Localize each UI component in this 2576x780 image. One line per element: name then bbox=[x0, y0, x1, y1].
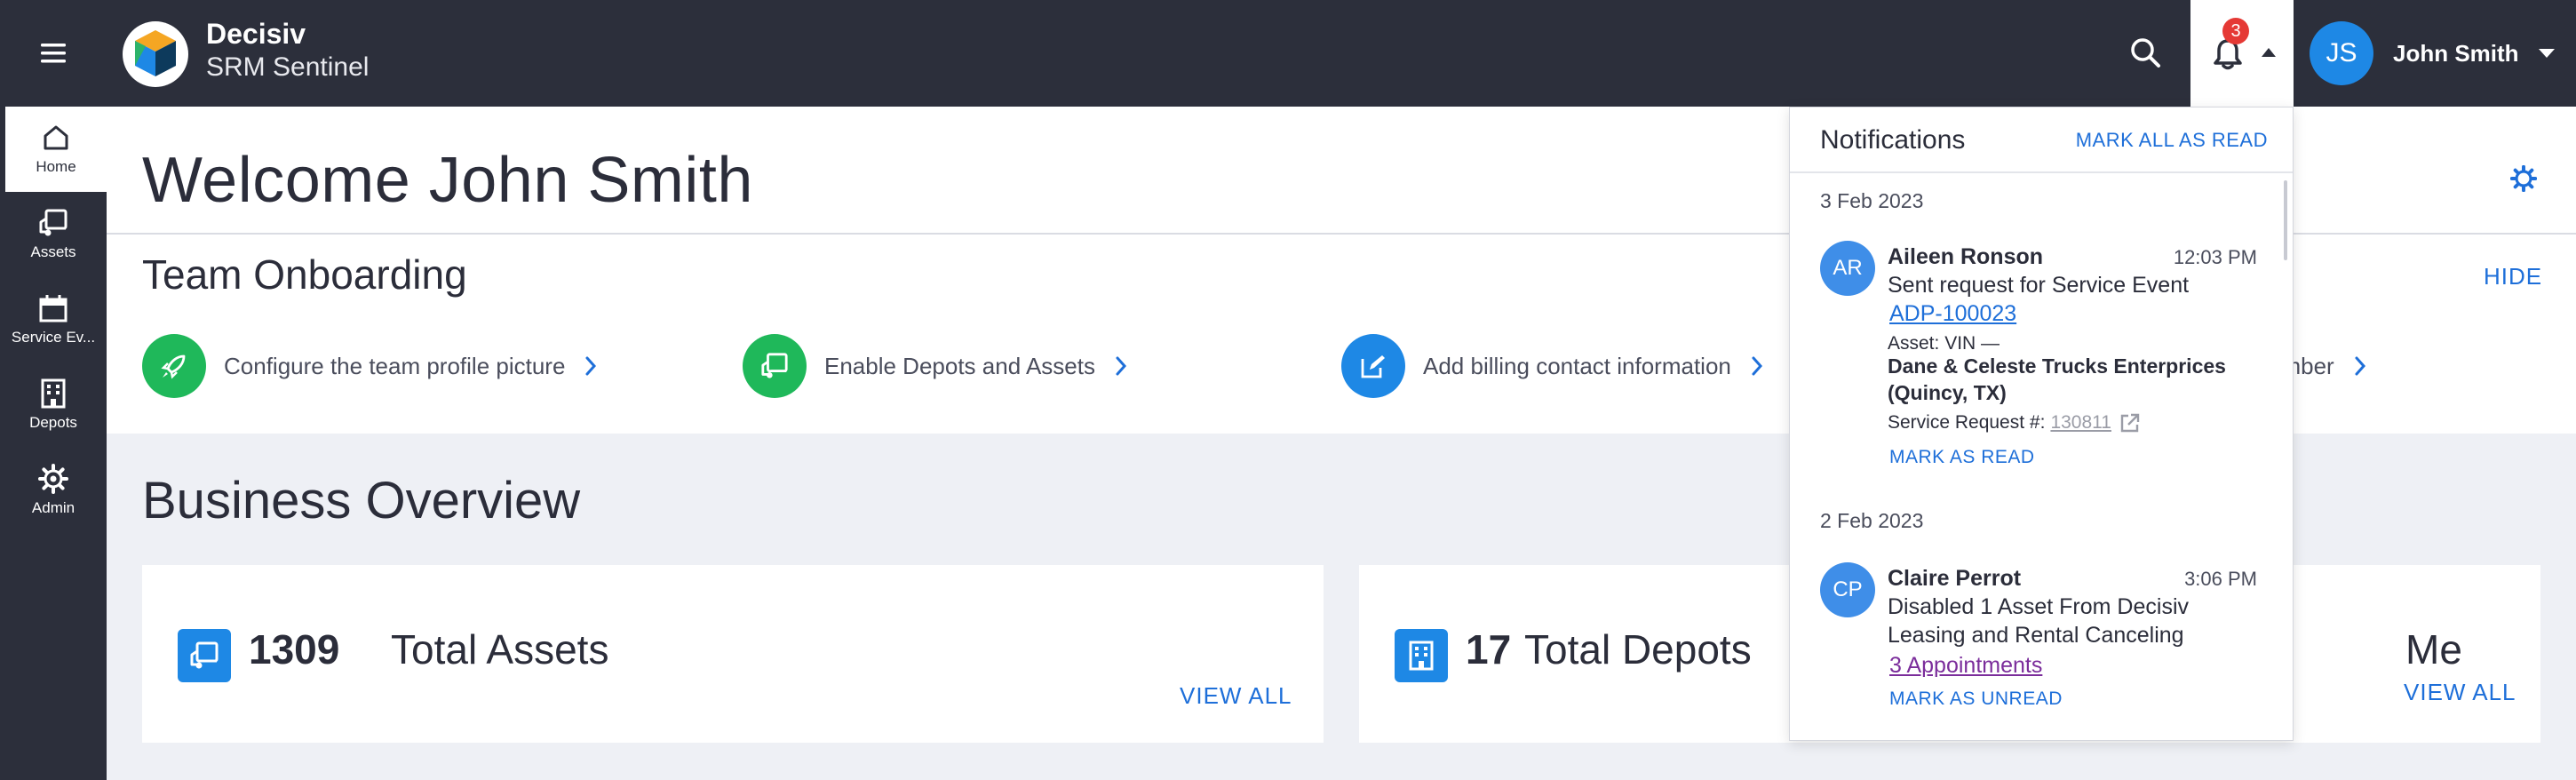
notification-time: 3:06 PM bbox=[2184, 568, 2257, 590]
sidebar-item-label: Admin bbox=[31, 499, 76, 516]
search-icon bbox=[2131, 38, 2160, 68]
gear-icon bbox=[2509, 164, 2538, 193]
appointments-link[interactable]: 3 Appointments bbox=[1889, 653, 2042, 679]
hamburger-menu-button[interactable] bbox=[0, 0, 107, 107]
notification-asset: Asset: VIN — bbox=[1888, 333, 2000, 354]
notification-text: Sent request for Service Event bbox=[1888, 273, 2190, 298]
service-request-link[interactable]: 130811 bbox=[2050, 412, 2111, 434]
avatar: JS bbox=[2310, 21, 2373, 85]
building-icon bbox=[1395, 629, 1448, 682]
sidebar-item-assets[interactable]: Assets bbox=[0, 192, 107, 277]
onboarding-step-billing-contact[interactable]: Add billing contact information bbox=[1341, 334, 1763, 398]
notification-date: 2 Feb 2023 bbox=[1820, 509, 1924, 532]
brand-subtitle: SRM Sentinel bbox=[206, 52, 370, 82]
notifications-button[interactable]: 3 bbox=[2190, 0, 2294, 107]
total-assets-value: 1309 bbox=[249, 626, 340, 673]
chevron-right-icon bbox=[1752, 356, 1762, 376]
notification-time: 12:03 PM bbox=[2173, 246, 2257, 268]
sidebar-item-label: Home bbox=[36, 158, 76, 175]
user-name: John Smith bbox=[2393, 39, 2519, 67]
chevron-right-icon bbox=[1116, 356, 1126, 376]
sidebar-item-label: Assets bbox=[30, 243, 76, 260]
sidebar-item-home[interactable]: Home bbox=[0, 107, 107, 192]
gear-icon bbox=[38, 464, 68, 494]
sidebar: Home Assets Service Ev... Depots Admin bbox=[0, 107, 107, 780]
onboarding-title: Team Onboarding bbox=[142, 251, 467, 298]
sidebar-item-label: Service Ev... bbox=[11, 329, 96, 346]
onboarding-step-profile-picture[interactable]: Configure the team profile picture bbox=[142, 334, 597, 398]
search-button[interactable] bbox=[2125, 32, 2169, 76]
view-all-link[interactable]: VIEW ALL bbox=[2404, 679, 2516, 706]
notification-sender: Claire Perrot bbox=[1888, 566, 2022, 591]
onboarding-step-label: Add billing contact information bbox=[1423, 352, 1731, 379]
onboarding-step-depots-assets[interactable]: Enable Depots and Assets bbox=[743, 334, 1127, 398]
mark-all-as-read-button[interactable]: MARK ALL AS READ bbox=[2076, 129, 2268, 152]
caret-up-icon bbox=[2262, 48, 2276, 57]
onboarding-step-label: Enable Depots and Assets bbox=[824, 352, 1095, 379]
avatar: CP bbox=[1820, 562, 1875, 617]
truck-icon bbox=[178, 629, 231, 682]
rocket-icon bbox=[142, 334, 206, 398]
settings-button[interactable] bbox=[2509, 164, 2538, 193]
edit-icon bbox=[1341, 334, 1405, 398]
scrollbar[interactable] bbox=[2284, 180, 2287, 260]
view-all-assets-link[interactable]: VIEW ALL bbox=[1180, 682, 1292, 710]
notification-company: Dane & Celeste Trucks Enterprices (Quinc… bbox=[1888, 354, 2226, 404]
mark-as-unread-button[interactable]: MARK AS UNREAD bbox=[1889, 688, 2063, 710]
notification-count-badge: 3 bbox=[2222, 18, 2249, 44]
caret-down-icon bbox=[2538, 49, 2555, 58]
sidebar-item-label: Depots bbox=[29, 414, 77, 431]
notifications-title: Notifications bbox=[1820, 125, 1966, 155]
chevron-right-icon bbox=[585, 356, 597, 376]
notification-sender: Aileen Ronson bbox=[1888, 244, 2044, 269]
top-bar: Decisiv SRM Sentinel 3 JS John Smith bbox=[0, 0, 2576, 107]
truck-icon bbox=[743, 334, 807, 398]
total-assets-label: Total Assets bbox=[391, 626, 609, 673]
brand: Decisiv SRM Sentinel bbox=[206, 18, 369, 85]
sidebar-item-depots[interactable]: Depots bbox=[0, 362, 107, 448]
external-link-icon[interactable] bbox=[2119, 411, 2142, 434]
notifications-header: Notifications MARK ALL AS READ bbox=[1790, 107, 2293, 173]
user-menu[interactable]: JS John Smith bbox=[2310, 21, 2555, 85]
decisiv-logo bbox=[123, 21, 188, 87]
sidebar-item-service-events[interactable]: Service Ev... bbox=[0, 277, 107, 362]
avatar: AR bbox=[1820, 241, 1875, 296]
notification-text: Disabled 1 Asset From Decisiv Leasing an… bbox=[1888, 594, 2190, 648]
truck-icon bbox=[39, 209, 68, 236]
hide-onboarding-button[interactable]: HIDE bbox=[2484, 263, 2542, 291]
brand-name: Decisiv bbox=[206, 18, 306, 50]
third-card-label: Me bbox=[2405, 626, 2462, 673]
service-request-row: Service Request #: 130811 bbox=[1888, 411, 2142, 434]
total-depots-value: 17 bbox=[1466, 626, 1512, 673]
calendar-icon bbox=[39, 295, 68, 322]
business-overview-title: Business Overview bbox=[142, 472, 581, 529]
total-depots-label: Total Depots bbox=[1524, 626, 1752, 673]
home-icon bbox=[44, 125, 68, 150]
chevron-right-icon bbox=[2355, 356, 2365, 376]
mark-as-read-button[interactable]: MARK AS READ bbox=[1889, 447, 2035, 468]
service-event-link[interactable]: ADP-100023 bbox=[1889, 301, 2016, 327]
service-request-label: Service Request #: bbox=[1888, 412, 2046, 433]
notifications-panel: Notifications MARK ALL AS READ 3 Feb 202… bbox=[1789, 107, 2294, 741]
onboarding-step-label: Configure the team profile picture bbox=[224, 352, 566, 379]
sidebar-item-admin[interactable]: Admin bbox=[0, 448, 107, 533]
hamburger-icon bbox=[41, 44, 66, 63]
total-assets-card: 1309 Total Assets VIEW ALL bbox=[142, 565, 1324, 743]
page-title: Welcome John Smith bbox=[142, 145, 753, 216]
notification-date: 3 Feb 2023 bbox=[1820, 189, 1924, 212]
building-icon bbox=[41, 378, 66, 409]
